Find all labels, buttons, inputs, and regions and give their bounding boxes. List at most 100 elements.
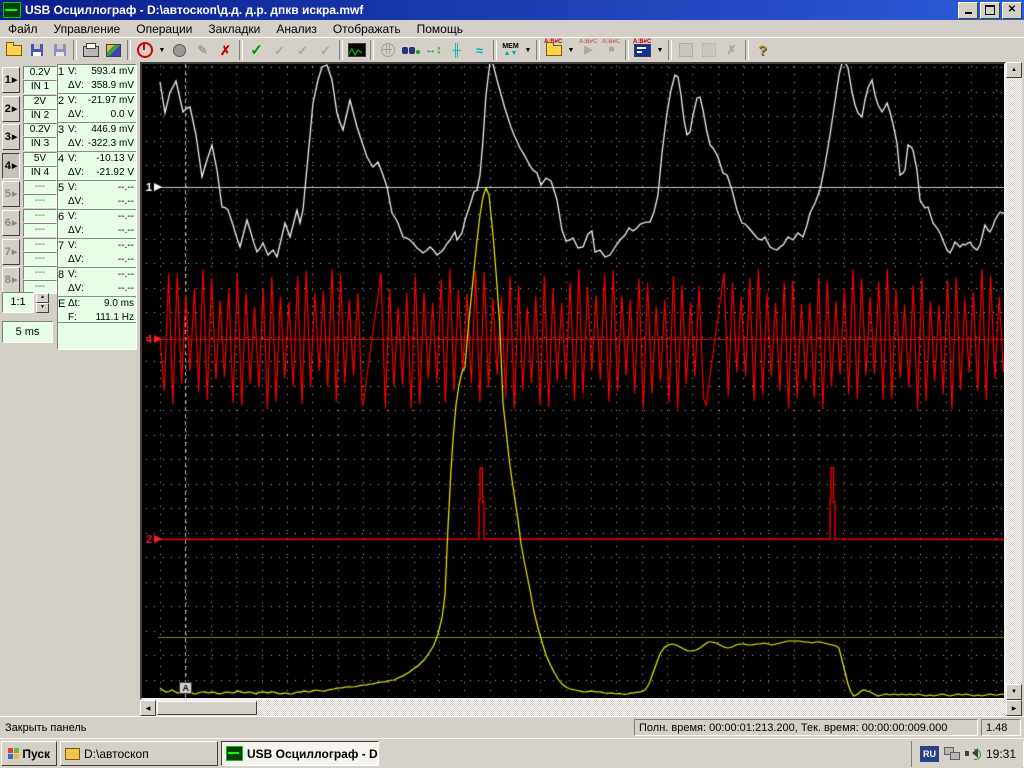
channel-button-4[interactable]: 4▶ bbox=[2, 153, 20, 179]
channel-button-2[interactable]: 2▶ bbox=[2, 96, 20, 122]
delete-x-icon: ✗ bbox=[220, 44, 231, 57]
channel-range-4[interactable]: 5VIN 4 bbox=[23, 152, 57, 180]
erase-button[interactable]: ✎ bbox=[191, 39, 214, 61]
help-button[interactable]: ? bbox=[751, 39, 774, 61]
macro-open-button[interactable]: A:B#C bbox=[542, 39, 565, 61]
horizontal-scrollbar[interactable]: ◀ ▶ bbox=[140, 700, 1022, 716]
zoom-down-button[interactable]: ▼ bbox=[36, 303, 49, 313]
cursors-button[interactable]: ╫ bbox=[445, 39, 468, 61]
scroll-left-button[interactable]: ◀ bbox=[140, 700, 156, 716]
display-mode-button[interactable] bbox=[345, 39, 368, 61]
frame-select-button[interactable] bbox=[697, 39, 720, 61]
print-button[interactable] bbox=[79, 39, 102, 61]
window-title: USB Осциллограф - D:\автоскоп\д.д. д.р. … bbox=[25, 3, 956, 17]
frame-x-icon: ✗ bbox=[726, 44, 736, 56]
scroll-thumb[interactable] bbox=[157, 701, 257, 715]
channel-row-1: 1▶0.2VIN 1 bbox=[2, 66, 57, 94]
channel-range-8[interactable]: ------ bbox=[23, 266, 57, 294]
channel-row-7: 7▶------ bbox=[2, 238, 57, 266]
check-next-icon: ✓ bbox=[274, 44, 285, 57]
save-file-button[interactable] bbox=[25, 39, 48, 61]
wave-cursor-button[interactable]: ≈ bbox=[468, 39, 491, 61]
frame-delete-button[interactable]: ✗ bbox=[720, 39, 743, 61]
macro-play-button[interactable]: A:B#C▶ bbox=[577, 39, 600, 61]
speaker-icon[interactable] bbox=[965, 747, 981, 760]
scope-display[interactable] bbox=[142, 64, 1004, 698]
search-button[interactable] bbox=[399, 39, 422, 61]
channel-row-6: 6▶------ bbox=[2, 209, 57, 237]
open-file-button[interactable] bbox=[2, 39, 25, 61]
floppy-gray-icon bbox=[54, 44, 66, 56]
save-add-button[interactable] bbox=[48, 39, 71, 61]
menu-analysis[interactable]: Анализ bbox=[268, 21, 325, 37]
stop-square-icon: ■ bbox=[608, 45, 614, 55]
vertical-scrollbar[interactable]: ▲ ▼ bbox=[1006, 62, 1022, 700]
cursors-icon: ╫ bbox=[452, 44, 461, 56]
channel-row-3: 3▶0.2VIN 3 bbox=[2, 123, 57, 151]
export-image-button[interactable] bbox=[102, 39, 125, 61]
start-button[interactable]: Пуск bbox=[1, 741, 57, 766]
check-step-icon: ✓ bbox=[320, 44, 331, 57]
channel-range-1[interactable]: 0.2VIN 1 bbox=[23, 66, 57, 94]
record-icon bbox=[173, 44, 186, 57]
scroll-down-button[interactable]: ▼ bbox=[1006, 684, 1022, 700]
zoom-value: 1:1 bbox=[2, 292, 34, 313]
minimize-icon bbox=[965, 5, 972, 14]
close-button[interactable]: ✕ bbox=[1002, 2, 1022, 19]
macro-open-dropdown-button[interactable]: ▼ bbox=[565, 39, 577, 61]
taskbar-item-oscilloscope[interactable]: USB Осциллограф - D... bbox=[221, 741, 379, 766]
stop-acquisition-button[interactable] bbox=[133, 39, 156, 61]
app-icon bbox=[3, 2, 21, 18]
chevron-down-icon: ▼ bbox=[568, 47, 575, 54]
minimize-button[interactable] bbox=[958, 2, 978, 19]
autoscale-button[interactable]: ↔↕ bbox=[422, 39, 445, 61]
check-next-button[interactable]: ✓ bbox=[268, 39, 291, 61]
timebase-value[interactable]: 5 ms bbox=[2, 321, 53, 343]
scroll-up-button[interactable]: ▲ bbox=[1006, 62, 1022, 78]
channel-panel: 1▶0.2VIN 12▶2VIN 23▶0.2VIN 34▶5VIN 45▶--… bbox=[0, 62, 140, 700]
channel-button-6[interactable]: 6▶ bbox=[2, 210, 20, 236]
stop-dropdown-button[interactable]: ▼ bbox=[156, 39, 168, 61]
apply-check-button[interactable]: ✓ bbox=[245, 39, 268, 61]
memory-dropdown-button[interactable]: ▼ bbox=[522, 39, 534, 61]
channel-button-3[interactable]: 3▶ bbox=[2, 124, 20, 150]
check-step-button[interactable]: ✓ bbox=[314, 39, 337, 61]
channel-button-1[interactable]: 1▶ bbox=[2, 67, 20, 93]
channel-range-6[interactable]: ------ bbox=[23, 209, 57, 237]
web-button[interactable] bbox=[376, 39, 399, 61]
toolbar-separator bbox=[239, 40, 243, 60]
channel-button-5[interactable]: 5▶ bbox=[2, 181, 20, 207]
channel-range-3[interactable]: 0.2VIN 3 bbox=[23, 123, 57, 151]
menu-display[interactable]: Отображать bbox=[325, 21, 409, 37]
measure-row-2: 2V:-21.97 mVΔV:0.0 V bbox=[58, 94, 136, 123]
toolbar-separator bbox=[370, 40, 374, 60]
scroll-right-button[interactable]: ▶ bbox=[1006, 700, 1022, 716]
wave-icon: ≈ bbox=[476, 44, 483, 57]
record-button[interactable] bbox=[168, 39, 191, 61]
channel-range-5[interactable]: ------ bbox=[23, 180, 57, 208]
taskbar-item-explorer[interactable]: D:\автоскоп bbox=[60, 741, 218, 766]
frame-icon bbox=[679, 43, 693, 57]
menu-file[interactable]: Файл bbox=[0, 21, 46, 37]
menu-help[interactable]: Помощь bbox=[409, 21, 471, 37]
language-indicator[interactable]: RU bbox=[920, 746, 939, 762]
frame-button[interactable] bbox=[674, 39, 697, 61]
maximize-button[interactable] bbox=[980, 2, 1000, 19]
delete-button[interactable]: ✗ bbox=[214, 39, 237, 61]
zoom-up-button[interactable]: ▲ bbox=[36, 293, 49, 303]
menu-control[interactable]: Управление bbox=[46, 21, 129, 37]
macro-stop-button[interactable]: A:B#C■ bbox=[600, 39, 623, 61]
channel-button-7[interactable]: 7▶ bbox=[2, 239, 20, 265]
channel-range-7[interactable]: ------ bbox=[23, 238, 57, 266]
network-icon[interactable] bbox=[944, 747, 960, 760]
measure-row-6: 6V:--.--ΔV:--.-- bbox=[58, 210, 136, 239]
check-prev-button[interactable]: ✓ bbox=[291, 39, 314, 61]
channel-range-2[interactable]: 2VIN 2 bbox=[23, 95, 57, 123]
menu-operations[interactable]: Операции bbox=[128, 21, 200, 37]
channel-button-8[interactable]: 8▶ bbox=[2, 267, 20, 293]
panel-dropdown-button[interactable]: ▼ bbox=[654, 39, 666, 61]
panel-icon bbox=[634, 44, 651, 57]
panel-button[interactable]: A:B#C bbox=[631, 39, 654, 61]
menu-bookmarks[interactable]: Закладки bbox=[200, 21, 268, 37]
memory-button[interactable]: MEM▲▼ bbox=[499, 39, 522, 61]
